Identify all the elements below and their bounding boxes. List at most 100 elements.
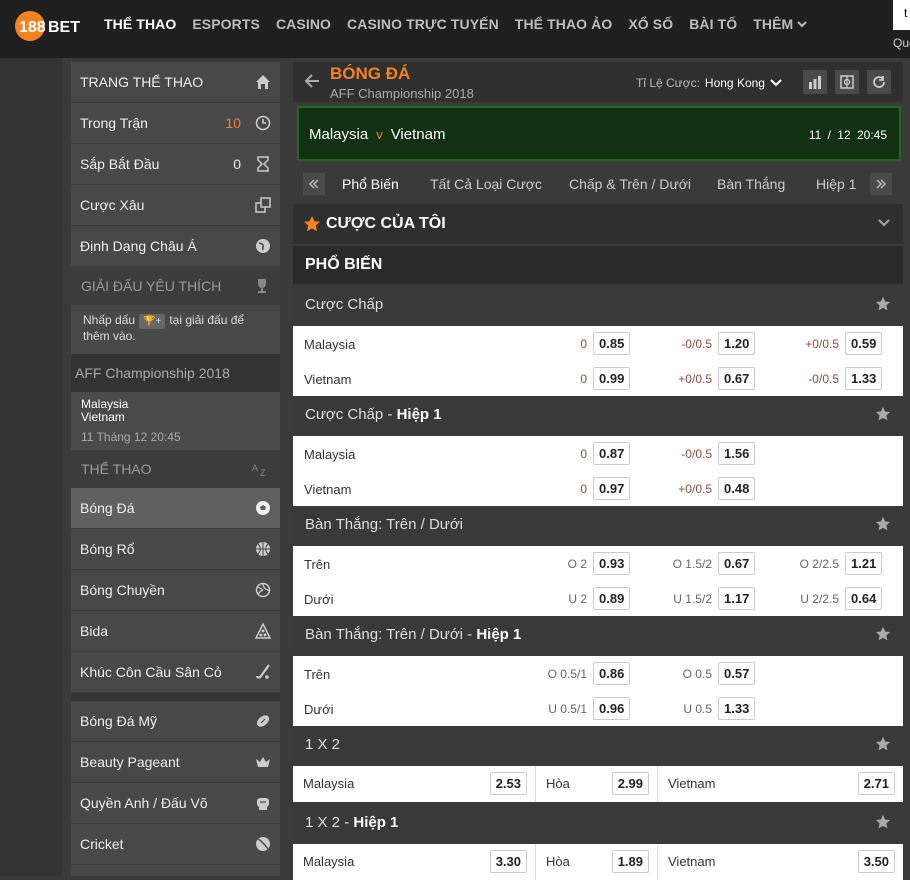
favorite-star-icon[interactable]	[875, 626, 891, 646]
sidebar-item-parlay[interactable]: Cược Xâu	[71, 185, 280, 226]
favorite-league[interactable]: AFF Championship 2018	[71, 354, 280, 392]
tab-handicap-ou[interactable]: Chấp & Trên / Dưới	[569, 176, 691, 192]
tab-first-half[interactable]: Hiệp 1	[816, 176, 856, 192]
nav-lottery[interactable]: XỔ SỐ	[628, 16, 673, 32]
odds-button[interactable]: 0.67	[718, 552, 756, 575]
odds-format-label: Tỉ Lệ Cược:	[636, 76, 700, 90]
odds-button[interactable]: 1.33	[845, 367, 883, 390]
odds-cell: O 2 0.93	[543, 552, 631, 575]
tabs-prev-button[interactable]	[303, 173, 325, 195]
nav-live-casino[interactable]: CASINO TRỰC TUYẾN	[347, 16, 499, 32]
tabs-next-button[interactable]	[870, 173, 892, 195]
sort-az-icon[interactable]: AZ	[252, 461, 270, 477]
my-bets-title: CƯỢC CỦA TÔI	[326, 215, 446, 232]
odds-button[interactable]: 3.50	[857, 850, 895, 873]
tab-goals[interactable]: Bàn Thắng	[717, 176, 785, 192]
nav-cards[interactable]: BÀI TỐ	[689, 16, 737, 32]
favorite-match[interactable]: Malaysia Vietnam 11 Tháng 12 20:45	[71, 392, 280, 450]
odds-button[interactable]: 0.59	[845, 332, 883, 355]
odds-button[interactable]: 1.89	[611, 850, 649, 873]
match-datetime: 11 / 12 20:45	[809, 128, 887, 142]
sidebar-item-home[interactable]: TRANG THỂ THAO	[71, 62, 280, 103]
favorite-star-icon[interactable]	[875, 736, 891, 756]
sidebar-item-asian-format[interactable]: Định Dạng Châu Á	[71, 226, 280, 267]
odds-button[interactable]: 0.87	[593, 442, 631, 465]
sidebar-item-inplay[interactable]: Trong Trận 10	[71, 103, 280, 144]
one-x-two-cell: Malaysia 2.53	[293, 766, 536, 802]
chevron-down-icon	[770, 79, 782, 87]
handicap-line: -0/0.5	[808, 371, 839, 386]
odds-button[interactable]: 1.56	[718, 442, 756, 465]
odds-button[interactable]: 3.30	[489, 850, 527, 873]
field-view-button[interactable]	[835, 70, 859, 94]
tab-all-markets[interactable]: Tất Cả Loại Cược	[430, 176, 542, 192]
top-right-input[interactable]: t	[893, 0, 910, 30]
odds-cell: U 1.5/2 1.17	[668, 587, 756, 610]
odds-button[interactable]: 2.53	[489, 772, 527, 795]
favorite-star-icon[interactable]	[875, 516, 891, 536]
odds-button[interactable]: 0.97	[593, 477, 631, 500]
odds-cell: -0/0.5 1.56	[668, 442, 756, 465]
odds-button[interactable]: 2.71	[857, 772, 895, 795]
odds-button[interactable]: 1.33	[718, 697, 756, 720]
sidebar-label: Định Dạng Châu Á	[80, 238, 197, 254]
brand-logo[interactable]: 188 BET	[14, 6, 88, 46]
my-bets-bar[interactable]: CƯỢC CỦA TÔI	[293, 204, 903, 244]
odds-button[interactable]: 1.17	[718, 587, 756, 610]
sidebar-item-next[interactable]	[71, 865, 280, 876]
sidebar-item-billiards[interactable]: Bida	[71, 611, 280, 652]
nav-casino[interactable]: CASINO	[276, 16, 331, 32]
nav-virtual-sports[interactable]: THỂ THAO ẢO	[515, 16, 613, 32]
odds-button[interactable]: 0.48	[718, 477, 756, 500]
sidebar-item-soccer[interactable]: Bóng Đá	[71, 488, 280, 529]
chevron-double-left-icon	[308, 179, 319, 189]
nav-esports[interactable]: ESPORTS	[192, 16, 260, 32]
tab-popular[interactable]: Phổ Biến	[342, 176, 399, 192]
sidebar-item-boxing[interactable]: Quyền Anh / Đấu Võ	[71, 783, 280, 824]
odds-button[interactable]: 0.96	[593, 697, 631, 720]
odds-button[interactable]: 0.99	[593, 367, 631, 390]
odds-button[interactable]: 0.85	[593, 332, 631, 355]
sidebar-item-field-hockey[interactable]: Khúc Côn Cầu Sân Cỏ	[71, 652, 280, 693]
sidebar-item-cricket[interactable]: Cricket	[71, 824, 280, 865]
market-title: Cược Chấp - Hiệp 1	[293, 396, 903, 434]
svg-text:A: A	[252, 463, 258, 473]
nav-sports[interactable]: THỂ THAO	[104, 16, 176, 32]
odds-cell: O 0.5/1 0.86	[543, 662, 631, 685]
odds-button[interactable]: 1.20	[718, 332, 756, 355]
nav-more[interactable]: THÊM	[753, 16, 808, 32]
favorite-star-icon[interactable]	[875, 406, 891, 426]
left-strip	[0, 58, 62, 876]
favorite-star-icon[interactable]	[875, 814, 891, 834]
handicap-line: -0/0.5	[681, 446, 712, 461]
odds-format-select[interactable]: Tỉ Lệ Cược: Hong Kong	[636, 76, 783, 90]
sidebar-item-beauty-pageant[interactable]: Beauty Pageant	[71, 742, 280, 783]
sidebar-item-basketball[interactable]: Bóng Rổ	[71, 529, 280, 570]
sidebar-item-american-football[interactable]: Bóng Đá Mỹ	[71, 701, 280, 742]
sidebar-item-volleyball[interactable]: Bóng Chuyền	[71, 570, 280, 611]
favorites-header: GIẢI ĐẤU YÊU THÍCH	[71, 267, 280, 305]
favorite-star-icon[interactable]	[875, 296, 891, 316]
odds-button[interactable]: 0.86	[593, 662, 631, 685]
boxing-glove-icon	[255, 795, 271, 811]
handicap-line: O 0.5	[682, 666, 712, 681]
sidebar-item-upcoming[interactable]: Sắp Bắt Đầu 0	[71, 144, 280, 185]
odds-cell: O 1.5/2 0.67	[668, 552, 756, 575]
odds-button[interactable]: 0.93	[593, 552, 631, 575]
one-x-two-row: Malaysia 2.53 Hòa 2.99 Vietnam 2.71	[293, 766, 903, 802]
match-away: Vietnam	[81, 410, 125, 424]
odds-button[interactable]: 0.89	[593, 587, 631, 610]
one-x-two-cell: Vietnam 3.50	[658, 844, 903, 880]
parlay-icon	[255, 197, 271, 213]
upcoming-count: 0	[233, 156, 241, 172]
refresh-button[interactable]	[867, 70, 891, 94]
odds-button[interactable]: 1.21	[845, 552, 883, 575]
odds-button[interactable]: 2.99	[611, 772, 649, 795]
odds-button[interactable]: 0.57	[718, 662, 756, 685]
stats-button[interactable]	[803, 70, 827, 94]
odds-button[interactable]: 0.64	[845, 587, 883, 610]
top-right-label[interactable]: Que	[893, 36, 910, 50]
odds-button[interactable]: 0.67	[718, 367, 756, 390]
back-arrow-icon[interactable]	[303, 72, 321, 90]
add-favorite-icon: 🏆+	[139, 314, 166, 329]
